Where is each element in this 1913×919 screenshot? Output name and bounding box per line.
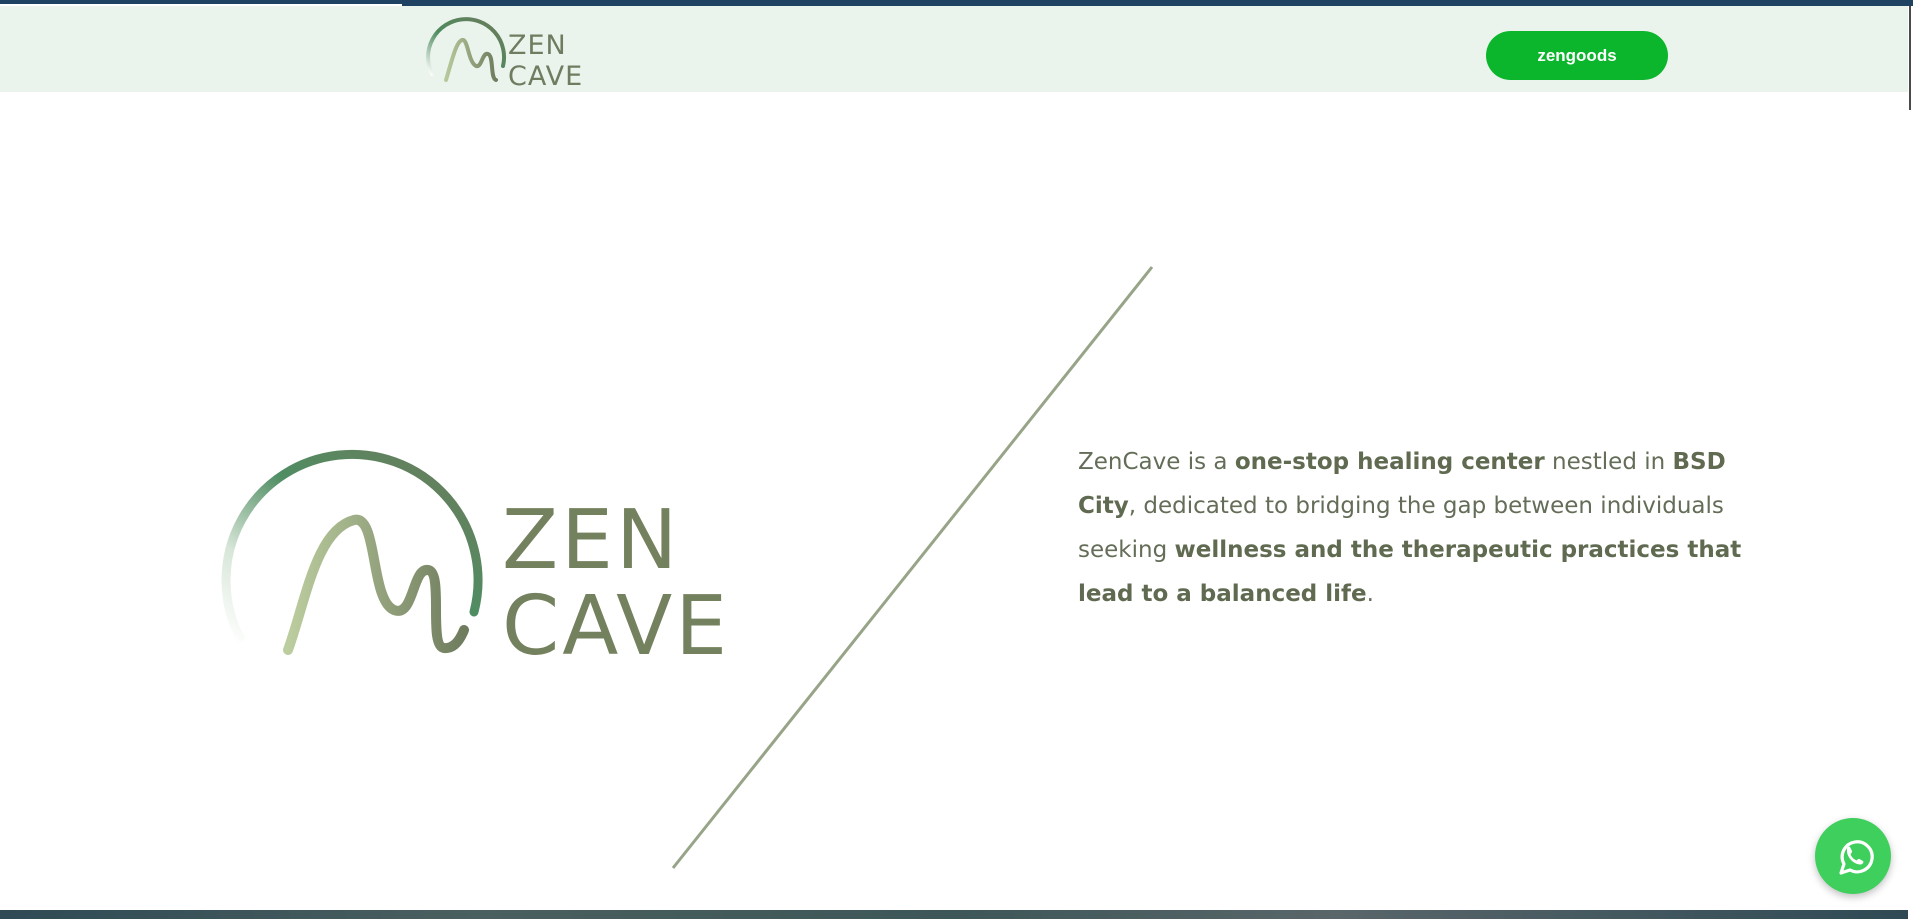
hero-logo: ZEN CAVE — [218, 440, 758, 670]
next-section-preview — [0, 910, 1908, 919]
zencave-emblem-large-icon — [221, 449, 483, 655]
intro-text-part-2: nestled in — [1544, 449, 1673, 475]
hero-logo-word-zen: ZEN — [502, 493, 681, 588]
hero-logo-word-cave: CAVE — [502, 579, 731, 674]
intro-highlight-wellness: wellness and the therapeutic practices t… — [1078, 537, 1742, 607]
intro-highlight-healing-center: one-stop healing center — [1234, 449, 1545, 475]
intro-text-part-1: ZenCave is a — [1078, 449, 1235, 475]
intro-text-part-4: . — [1366, 581, 1374, 607]
whatsapp-button[interactable] — [1815, 818, 1891, 894]
whatsapp-icon — [1839, 840, 1874, 875]
intro-text: ZenCave is a one-stop healing center nes… — [1078, 440, 1768, 616]
